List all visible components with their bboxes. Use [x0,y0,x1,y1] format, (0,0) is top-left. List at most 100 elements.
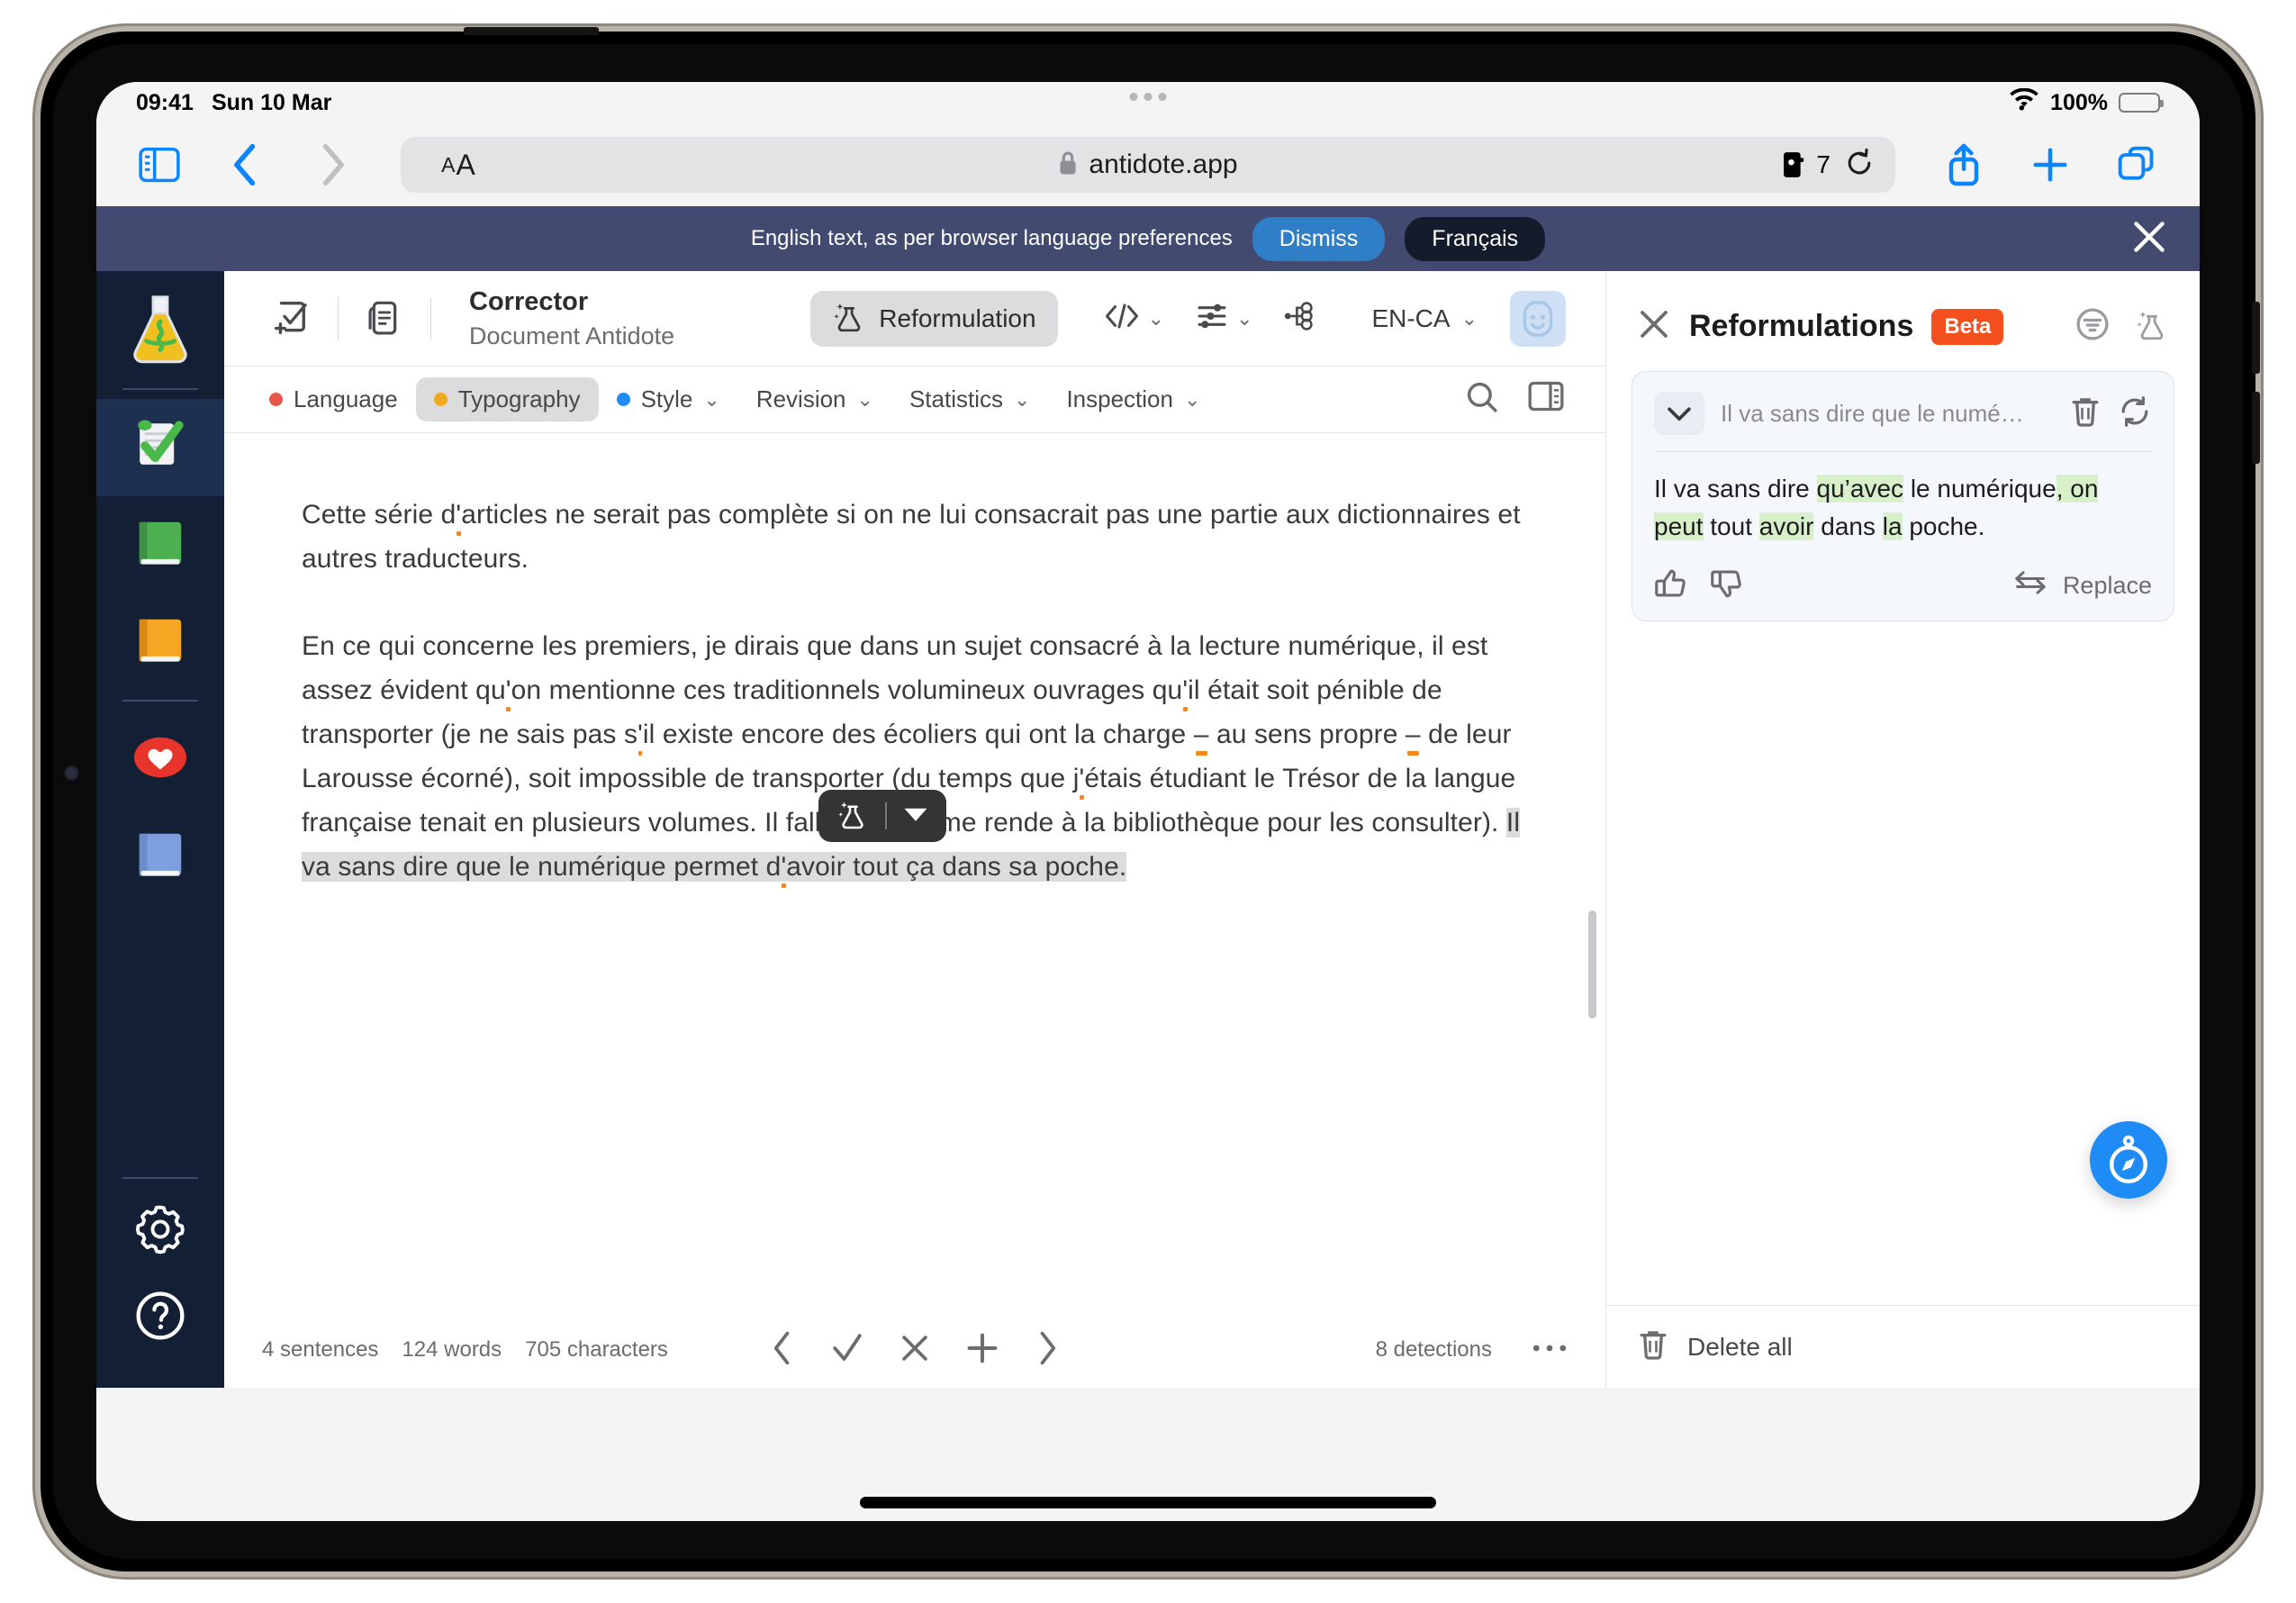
blue-book-icon [132,827,188,887]
replace-label: Replace [2062,572,2152,599]
paragraph-1: Cette série d'articles ne serait pas com… [302,493,1528,581]
reload-icon[interactable] [1845,148,1874,183]
sidebar-item-favorites[interactable] [96,711,224,808]
detections-count: 8 detections [1375,1337,1492,1362]
code-menu[interactable]: ⌄ [1103,301,1164,336]
search-icon[interactable] [1465,380,1499,419]
sidebar-item-guides[interactable] [96,593,224,691]
antidote-app: Corrector Document Antidote Reformulatio… [96,271,2200,1388]
typography-marker[interactable]: ' [506,675,511,705]
new-document-check-icon[interactable] [264,291,320,347]
reformulation-button[interactable]: Reformulation [810,290,1058,347]
avatar[interactable] [1510,290,1566,347]
document-status-bar: 4 sentences 124 words 705 characters 8 d… [224,1312,1605,1388]
trash-icon[interactable] [1637,1327,1669,1366]
tab-style[interactable]: Style ⌄ [599,377,738,421]
tab-overview-icon[interactable] [2110,138,2164,192]
tab-label: Style [640,385,693,412]
chevron-down-icon[interactable] [1654,392,1704,435]
typography-marker[interactable]: ' [1080,764,1085,793]
francais-button[interactable]: Français [1405,216,1546,261]
thumbs-down-icon[interactable] [1710,567,1744,604]
replace-button[interactable]: Replace [2012,568,2152,603]
sidebar-divider-2 [122,700,198,702]
chevron-right-icon[interactable] [1035,1330,1060,1371]
multitask-handle[interactable] [1129,93,1167,101]
sidebar-item-corrector[interactable] [96,399,224,496]
sidebar-item-help[interactable] [96,1274,224,1361]
device-bezel: 09:41 Sun 10 Mar 100% A A antidote.app 7… [53,44,2243,1559]
document-check-icon [126,414,194,482]
text-run: Il va sans dire [1654,475,1817,503]
documents-stack-icon[interactable] [357,291,412,347]
node-tree-icon [1283,299,1319,338]
volume-up-button[interactable] [2252,302,2260,374]
typography-marker[interactable]: ' [781,852,786,882]
puzzle-extension-icon[interactable]: 7 [1782,149,1830,180]
back-chevron-icon[interactable] [219,138,273,192]
safari-compass-icon[interactable] [2090,1121,2167,1199]
checkmark-icon[interactable] [831,1331,863,1370]
plus-icon[interactable] [2023,138,2077,192]
power-button[interactable] [464,27,599,35]
panel-title: Reformulations [1689,309,1914,343]
refresh-icon[interactable] [2118,394,2152,433]
chevron-down-icon: ⌄ [856,387,873,411]
tab-statistics[interactable]: Statistics ⌄ [891,377,1048,421]
status-badge: Beta [1931,308,2004,345]
address-bar[interactable]: AA antidote.app 7 [401,137,1895,193]
sidebar-item-antidote-logo[interactable] [96,282,224,379]
tab-revision[interactable]: Revision ⌄ [738,377,891,421]
chevron-down-icon: ⌄ [1460,306,1478,330]
caret-down-icon[interactable] [903,805,928,828]
sidebar-toggle-icon[interactable] [132,138,186,192]
forward-chevron-icon [305,138,359,192]
typography-marker[interactable]: ' [1182,675,1188,705]
plus-icon[interactable] [966,1332,999,1369]
tab-typography[interactable]: Typography [415,377,599,421]
tab-inspection[interactable]: Inspection ⌄ [1048,377,1218,421]
chevron-left-icon[interactable] [770,1330,795,1371]
floating-reformulation-toolbar[interactable] [818,790,946,842]
app-toolbar: Corrector Document Antidote Reformulatio… [224,271,1605,367]
volume-down-button[interactable] [2252,392,2260,464]
changed-segment: la [1882,512,1903,540]
document-title-block: Corrector Document Antidote [469,287,674,350]
flask-sparkle-icon[interactable] [836,798,869,835]
sidebar-item-settings[interactable] [96,1188,224,1274]
panel-toggle-icon[interactable] [1528,380,1564,419]
reformulations-panel: Reformulations Beta Il va sans dire que … [1605,271,2200,1388]
category-tabbar: Language Typography Style ⌄ Revision ⌄ S… [224,367,1605,433]
tab-language[interactable]: Language [251,377,416,421]
typography-marker[interactable]: ' [456,500,461,530]
sidebar-item-blue-book[interactable] [96,808,224,905]
delete-all-label[interactable]: Delete all [1687,1333,1793,1362]
text-run: il existe encore des écoliers qui ont la… [642,720,1194,749]
text-editor[interactable]: Cette série d'articles ne serait pas com… [224,433,1605,1312]
share-icon[interactable] [1937,138,1991,192]
typography-marker[interactable]: – [1406,720,1421,749]
thumbs-up-icon[interactable] [1654,567,1688,604]
close-icon[interactable] [2131,219,2167,259]
toolbar-divider [885,802,887,829]
typography-marker[interactable]: ' [637,720,643,749]
text-run: avoir tout ça dans sa poche. [786,852,1127,882]
status-dot [433,393,447,406]
language-selector[interactable]: EN-CA ⌄ [1371,304,1478,333]
ellipsis-icon[interactable] [1532,1341,1568,1360]
filter-icon[interactable] [2075,307,2110,346]
filters-menu[interactable]: ⌄ [1195,301,1252,336]
close-icon[interactable] [1637,307,1671,346]
typography-marker[interactable]: – [1194,720,1209,749]
home-indicator[interactable] [860,1497,1436,1508]
x-icon[interactable] [899,1332,930,1369]
lock-icon [1058,150,1078,180]
sidebar-item-dictionaries[interactable] [96,496,224,593]
sidebar-divider-3 [122,1177,198,1179]
trash-icon[interactable] [2069,394,2102,433]
node-tree-button[interactable] [1283,299,1319,338]
editor-scrollbar[interactable] [1588,910,1596,1019]
document-pane: Corrector Document Antidote Reformulatio… [224,271,1605,1388]
flask-sparkle-icon[interactable] [2135,307,2169,346]
dismiss-button[interactable]: Dismiss [1252,216,1386,261]
